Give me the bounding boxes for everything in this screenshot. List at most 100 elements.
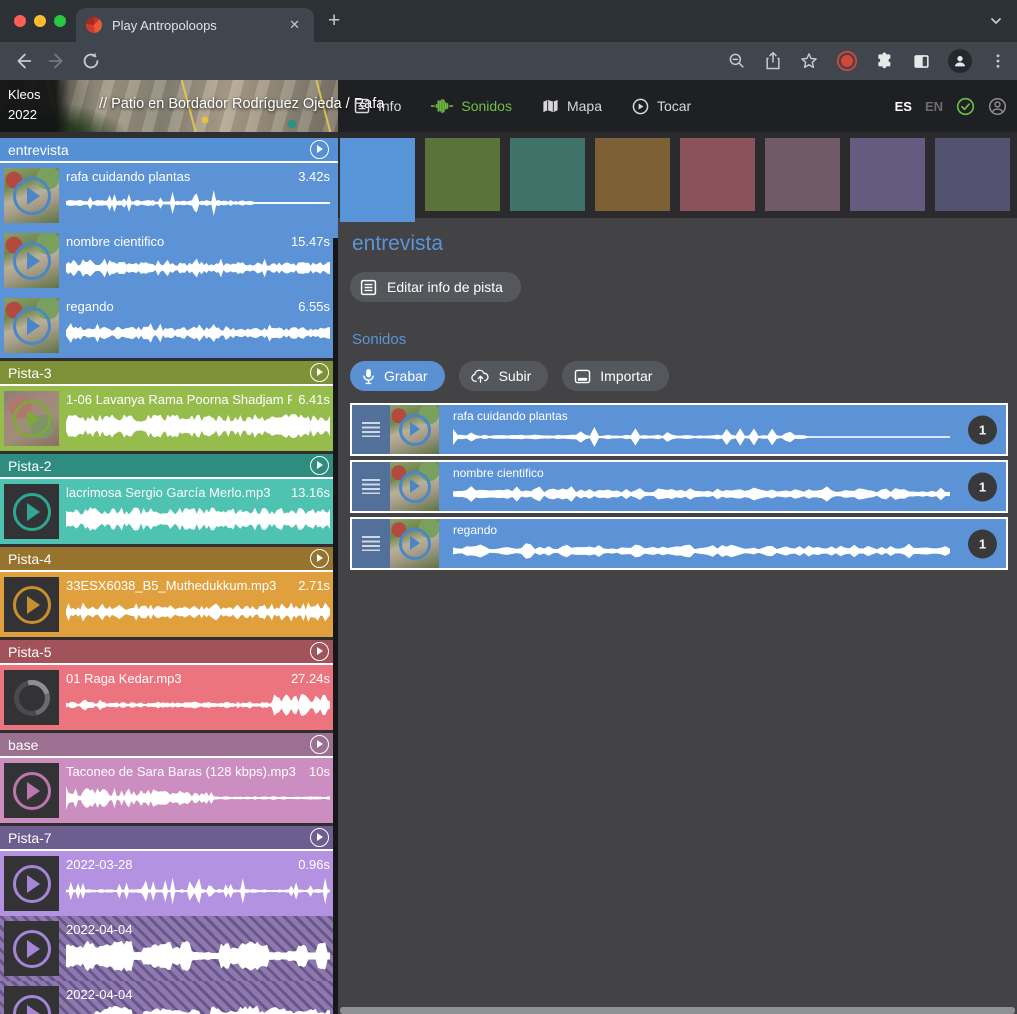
tab-tocar[interactable]: Tocar <box>632 98 691 115</box>
clip-play-button[interactable] <box>13 242 51 280</box>
audio-clip[interactable]: 01 Raga Kedar.mp3 27.24s <box>0 665 338 730</box>
sidebar-scrollbar[interactable] <box>333 238 338 1014</box>
audio-clip[interactable]: lacrimosa Sergio García Merlo.mp3 13.16s <box>0 479 338 544</box>
tab-info[interactable]: Info <box>354 98 401 114</box>
clip-thumbnail[interactable] <box>4 168 59 223</box>
track-play-button[interactable] <box>310 642 329 661</box>
close-window-button[interactable] <box>14 15 26 27</box>
sound-row[interactable]: nombre cientifico 1 <box>350 460 1008 513</box>
zoom-window-button[interactable] <box>54 15 66 27</box>
clip-play-button[interactable] <box>13 493 51 531</box>
side-panel-icon[interactable] <box>912 52 931 71</box>
clip-play-button[interactable] <box>13 865 51 903</box>
track-header[interactable]: base <box>0 733 338 758</box>
clip-play-button[interactable] <box>13 177 51 215</box>
track-color-tab[interactable] <box>340 138 415 222</box>
drag-handle[interactable] <box>352 405 390 454</box>
clip-thumbnail[interactable] <box>4 763 59 818</box>
track-color-tab[interactable] <box>765 138 840 211</box>
audio-clip[interactable]: 1-06 Lavanya Rama Poorna Shadjam Rupak..… <box>0 386 338 451</box>
track-color-tab[interactable] <box>425 138 500 211</box>
track-header[interactable]: Pista-3 <box>0 361 338 386</box>
track-play-button[interactable] <box>310 735 329 754</box>
upload-button[interactable]: Subir <box>459 361 549 391</box>
zoom-icon[interactable] <box>727 51 747 71</box>
recording-extension-icon[interactable] <box>836 50 858 72</box>
track-color-tab[interactable] <box>680 138 755 211</box>
lang-en-button[interactable]: EN <box>925 99 943 114</box>
track-header[interactable]: Pista-2 <box>0 454 338 479</box>
new-tab-button[interactable]: + <box>328 9 340 33</box>
track-play-button[interactable] <box>310 549 329 568</box>
clip-play-button[interactable] <box>13 930 51 968</box>
audio-clip[interactable]: 33ESX6038_B5_Muthedukkum.mp3 2.71s <box>0 572 338 637</box>
tab-search-chevron-icon[interactable] <box>989 14 1003 28</box>
browser-tab[interactable]: Play Antropoloops ✕ <box>76 8 314 42</box>
bookmark-star-icon[interactable] <box>799 51 819 71</box>
audio-clip[interactable]: Taconeo de Sara Baras (128 kbps).mp3 10s <box>0 758 338 823</box>
track-color-tab[interactable] <box>510 138 585 211</box>
browser-menu-icon[interactable] <box>989 52 1007 70</box>
account-icon[interactable] <box>988 97 1007 116</box>
audio-clip[interactable]: 2022-03-28 0.96s <box>0 851 338 916</box>
audio-clip[interactable]: regando 6.55s <box>0 293 338 358</box>
clip-play-button[interactable] <box>13 772 51 810</box>
drag-handle[interactable] <box>352 462 390 511</box>
sound-thumbnail[interactable] <box>390 462 439 511</box>
track-play-button[interactable] <box>310 456 329 475</box>
clip-thumbnail[interactable] <box>4 233 59 288</box>
sound-row[interactable]: regando 1 <box>350 517 1008 570</box>
clip-thumbnail[interactable] <box>4 577 59 632</box>
clip-thumbnail[interactable] <box>4 921 59 976</box>
track-header[interactable]: Pista-4 <box>0 547 338 572</box>
horizontal-scrollbar[interactable] <box>340 1007 1015 1014</box>
audio-clip[interactable]: nombre cientifico 15.47s <box>0 228 338 293</box>
forward-button[interactable] <box>46 50 68 72</box>
sound-play-button[interactable] <box>399 414 431 446</box>
tab-mapa[interactable]: Mapa <box>542 98 602 114</box>
track-color-tab[interactable] <box>595 138 670 211</box>
track-color-tab[interactable] <box>935 138 1010 211</box>
sound-play-button[interactable] <box>399 471 431 503</box>
clip-thumbnail[interactable] <box>4 298 59 353</box>
lang-es-button[interactable]: ES <box>895 99 912 114</box>
audio-clip[interactable]: rafa cuidando plantas 3.42s <box>0 163 338 228</box>
clip-thumbnail[interactable] <box>4 484 59 539</box>
edit-track-info-button[interactable]: Editar info de pista <box>350 272 521 302</box>
clip-thumbnail[interactable] <box>4 391 59 446</box>
reload-button[interactable] <box>80 50 102 72</box>
track-header[interactable]: Pista-5 <box>0 640 338 665</box>
minimize-window-button[interactable] <box>34 15 46 27</box>
sound-play-button[interactable] <box>399 528 431 560</box>
tab-sonidos[interactable]: Sonidos <box>431 98 512 114</box>
track-color-tab[interactable] <box>850 138 925 211</box>
track-header[interactable]: entrevista <box>0 138 338 163</box>
audio-clip[interactable]: 2022-04-04 <box>0 981 338 1014</box>
app-header: Kleos 2022 // Patio en Bordador Rodrígue… <box>0 80 1017 132</box>
track-header[interactable]: Pista-7 <box>0 826 338 851</box>
saved-check-icon[interactable] <box>956 97 975 116</box>
clip-thumbnail[interactable] <box>4 856 59 911</box>
clip-play-button[interactable] <box>13 586 51 624</box>
track-play-button[interactable] <box>310 363 329 382</box>
import-button[interactable]: Importar <box>562 361 669 391</box>
sound-row[interactable]: rafa cuidando plantas 1 <box>350 403 1008 456</box>
profile-avatar[interactable] <box>948 49 972 73</box>
track-play-button[interactable] <box>310 140 329 159</box>
clip-play-button[interactable] <box>13 400 51 438</box>
sound-thumbnail[interactable] <box>390 519 439 568</box>
extensions-puzzle-icon[interactable] <box>875 51 895 71</box>
sound-thumbnail[interactable] <box>390 405 439 454</box>
back-button[interactable] <box>12 50 34 72</box>
share-icon[interactable] <box>764 51 782 71</box>
track-play-button[interactable] <box>310 828 329 847</box>
browser-tab-bar: Play Antropoloops ✕ + <box>0 0 1017 42</box>
record-button[interactable]: Grabar <box>350 361 445 391</box>
clip-play-button[interactable] <box>13 995 51 1014</box>
tab-close-icon[interactable]: ✕ <box>285 15 304 35</box>
audio-clip[interactable]: 2022-04-04 <box>0 916 338 981</box>
clip-play-button[interactable] <box>13 307 51 345</box>
clip-thumbnail[interactable] <box>4 670 59 725</box>
drag-handle[interactable] <box>352 519 390 568</box>
clip-thumbnail[interactable] <box>4 986 59 1014</box>
